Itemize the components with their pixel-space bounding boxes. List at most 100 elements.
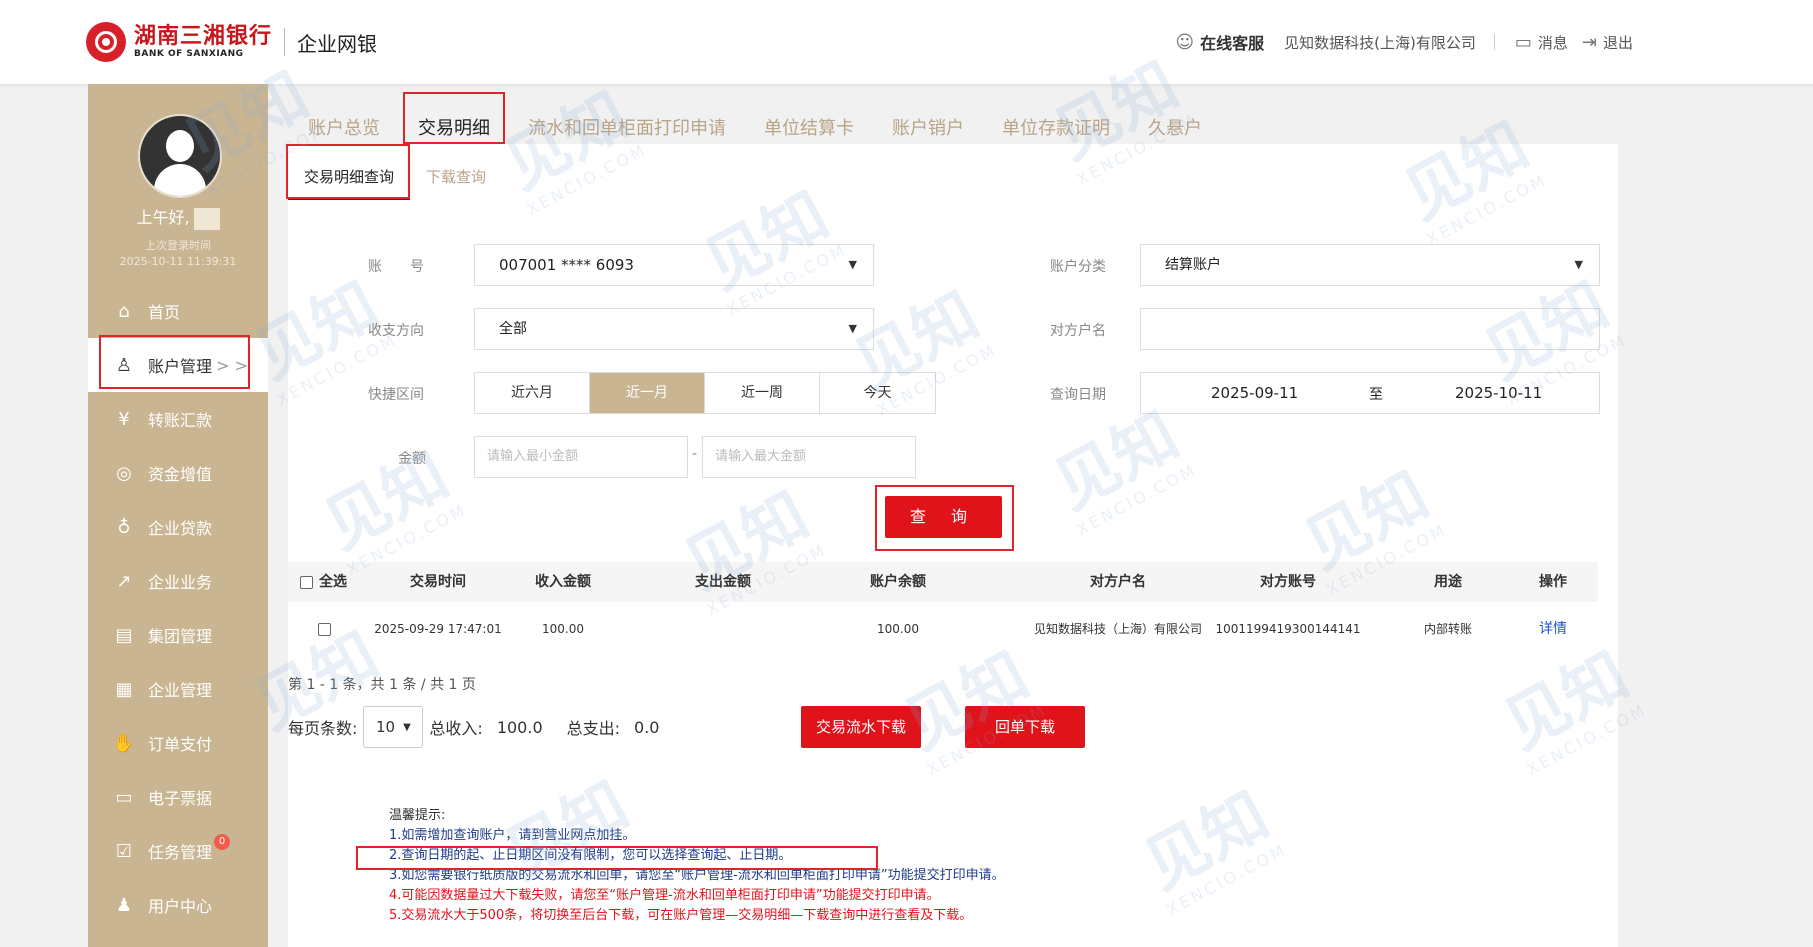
checkbox-icon (300, 575, 313, 589)
loan-icon: ♁ (117, 516, 131, 538)
sidebar-item-task[interactable]: ☑ 任务管理 0 (88, 824, 268, 878)
select-all-checkbox[interactable]: 全选 (300, 562, 360, 602)
download-receipt-button[interactable]: 回单下载 (965, 706, 1085, 748)
sidebar-item-loan[interactable]: ♁ 企业贷款 (88, 500, 268, 554)
direction-select[interactable]: 全部 ▼ (474, 308, 874, 350)
total-expense-value: 0.0 (634, 717, 660, 737)
sidebar-item-company[interactable]: ▦ 企业管理 (88, 662, 268, 716)
direction-label: 收支方向 (368, 323, 424, 339)
tab-settlement-card[interactable]: 单位结算卡 (764, 106, 854, 148)
online-service-link[interactable]: ☺ 在线客服 (1175, 30, 1264, 54)
amount-max-input[interactable]: 请输入最大金额 (702, 436, 916, 478)
bank-name-en: BANK OF SANXIANG (134, 49, 244, 59)
tip-4: 4.可能因数据量过大下载失败，请您至“账户管理-流水和回单柜面打印申请”功能提交… (389, 888, 940, 903)
online-service-label: 在线客服 (1200, 34, 1265, 53)
task-badge: 0 (214, 834, 230, 850)
bill-icon: ▭ (115, 786, 133, 808)
sidebar-item-home[interactable]: ⌂ 首页 (88, 284, 268, 338)
messages-link[interactable]: ▭ 消息 (1515, 32, 1568, 53)
product-name: 企业网银 (297, 31, 378, 56)
col-purpose: 用途 (1434, 574, 1462, 590)
table-row: 2025-09-29 17:47:01 100.00 100.00 见知数据科技… (288, 602, 1598, 656)
counterparty-input[interactable] (1140, 308, 1600, 350)
counterparty-label: 对方户名 (1050, 323, 1106, 339)
amount-min-input[interactable]: 请输入最小金额 (474, 436, 688, 478)
quick-range-1w[interactable]: 近一周 (705, 373, 820, 413)
company-name: 见知数据科技(上海)有限公司 (1284, 33, 1476, 52)
sidebar-item-transfer[interactable]: ¥ 转账汇款 (88, 392, 268, 446)
col-time: 交易时间 (410, 574, 466, 590)
caret-down-icon: ▼ (848, 322, 857, 335)
top-header: 湖南三湘银行 BANK OF SANXIANG 企业网银 ☺ 在线客服 见知数据… (0, 0, 1813, 85)
account-select[interactable]: 007001 **** 6093 ▼ (474, 244, 874, 286)
tab-print-application[interactable]: 流水和回单柜面打印申请 (528, 106, 726, 148)
category-label: 账户分类 (1050, 259, 1106, 275)
avatar[interactable] (138, 114, 222, 198)
amount-separator: - (692, 446, 698, 462)
quick-range-group: 近六月 近一月 近一周 今天 (474, 372, 936, 414)
caret-down-icon: ▼ (848, 258, 857, 271)
row-time: 2025-09-29 17:47:01 (374, 622, 502, 636)
date-to[interactable]: 2025-10-11 (1455, 384, 1542, 402)
category-select[interactable]: 结算账户 ▼ (1140, 244, 1600, 286)
sidebar-item-profile[interactable]: ♟ 用户中心 (88, 878, 268, 932)
logout-link[interactable]: ⇥ 退出 (1582, 32, 1633, 53)
tab-download-query[interactable]: 下载查询 (410, 154, 502, 200)
query-panel: 交易明细查询 下载查询 账 号 007001 **** 6093 ▼ 账户分类 结… (286, 144, 1618, 947)
quick-range-6m[interactable]: 近六月 (475, 373, 590, 413)
transfer-icon: ¥ (118, 408, 130, 430)
tab-dormant-account[interactable]: 久悬户 (1148, 106, 1202, 148)
total-income-label: 总收入: (429, 719, 483, 738)
logout-label: 退出 (1602, 33, 1633, 52)
per-page-select[interactable]: 10 ▼ (363, 706, 424, 748)
row-account: 1001199419300144141 (1215, 622, 1361, 636)
payment-icon: ✋ (112, 732, 136, 754)
sidebar-item-bill[interactable]: ▭ 电子票据 (88, 770, 268, 824)
date-separator: 至 (1369, 387, 1383, 403)
col-expense: 支出金额 (695, 574, 751, 590)
pagination-info: 第 1 - 1 条，共 1 条 / 共 1 页 (288, 677, 476, 693)
row-checkbox[interactable] (312, 602, 342, 656)
tab-account-overview[interactable]: 账户总览 (308, 106, 380, 148)
total-income-value: 100.0 (496, 717, 543, 737)
download-flow-button[interactable]: 交易流水下载 (801, 706, 921, 748)
account-label: 账 号 (368, 259, 424, 275)
bank-logo-icon (86, 22, 126, 62)
col-balance: 账户余额 (870, 574, 926, 590)
greeting: 上午好, (88, 204, 268, 230)
messages-label: 消息 (1537, 33, 1568, 52)
pagination-row: 每页条数: 10 ▼ 总收入: 100.0 总支出: 0.0 (288, 706, 659, 748)
col-account: 对方账号 (1260, 574, 1316, 590)
tip-5: 5.交易流水大于500条，将切换至后台下载，可在账户管理—交易明细—下载查询中进… (389, 908, 973, 923)
tip-1: 1.如需增加查询账户，请到营业网点加挂。 (389, 828, 636, 843)
quick-range-today[interactable]: 今天 (820, 373, 935, 413)
sidebar-item-payment[interactable]: ✋ 订单支付 (88, 716, 268, 770)
total-expense-label: 总支出: (566, 719, 621, 738)
highlight-box-query-subtab (286, 144, 410, 199)
task-icon: ☑ (115, 840, 133, 862)
col-income: 收入金额 (535, 574, 591, 590)
sidebar-item-business[interactable]: ↗ 企业业务 (88, 554, 268, 608)
header-divider (1493, 34, 1495, 50)
table-header: 全选 交易时间 收入金额 支出金额 账户余额 对方户名 对方账号 用途 操作 (288, 562, 1598, 602)
logo-divider (284, 28, 286, 56)
per-page-label: 每页条数: (288, 719, 358, 738)
date-range-picker[interactable]: 2025-09-11 至 2025-10-11 (1140, 372, 1600, 414)
tab-deposit-certificate[interactable]: 单位存款证明 (1002, 106, 1110, 148)
row-income: 100.00 (542, 622, 584, 636)
amount-label: 金额 (398, 451, 426, 467)
highlight-box-account-management (99, 335, 250, 389)
row-balance: 100.00 (877, 622, 919, 636)
highlight-box-transaction-tab (403, 92, 505, 144)
sidebar-item-fund[interactable]: ◎ 资金增值 (88, 446, 268, 500)
message-icon: ▭ (1514, 31, 1532, 53)
bank-logo[interactable]: 湖南三湘银行 BANK OF SANXIANG 企业网银 (86, 22, 377, 62)
sidebar-item-group[interactable]: ▤ 集团管理 (88, 608, 268, 662)
row-detail-link[interactable]: 详情 (1518, 602, 1588, 656)
highlight-box-query-button (875, 485, 1014, 551)
quick-range-1m[interactable]: 近一月 (590, 373, 705, 413)
date-from[interactable]: 2025-09-11 (1211, 384, 1298, 402)
date-label: 查询日期 (1050, 387, 1106, 403)
tab-account-close[interactable]: 账户销户 (892, 106, 964, 148)
profile-icon: ♟ (115, 894, 133, 916)
